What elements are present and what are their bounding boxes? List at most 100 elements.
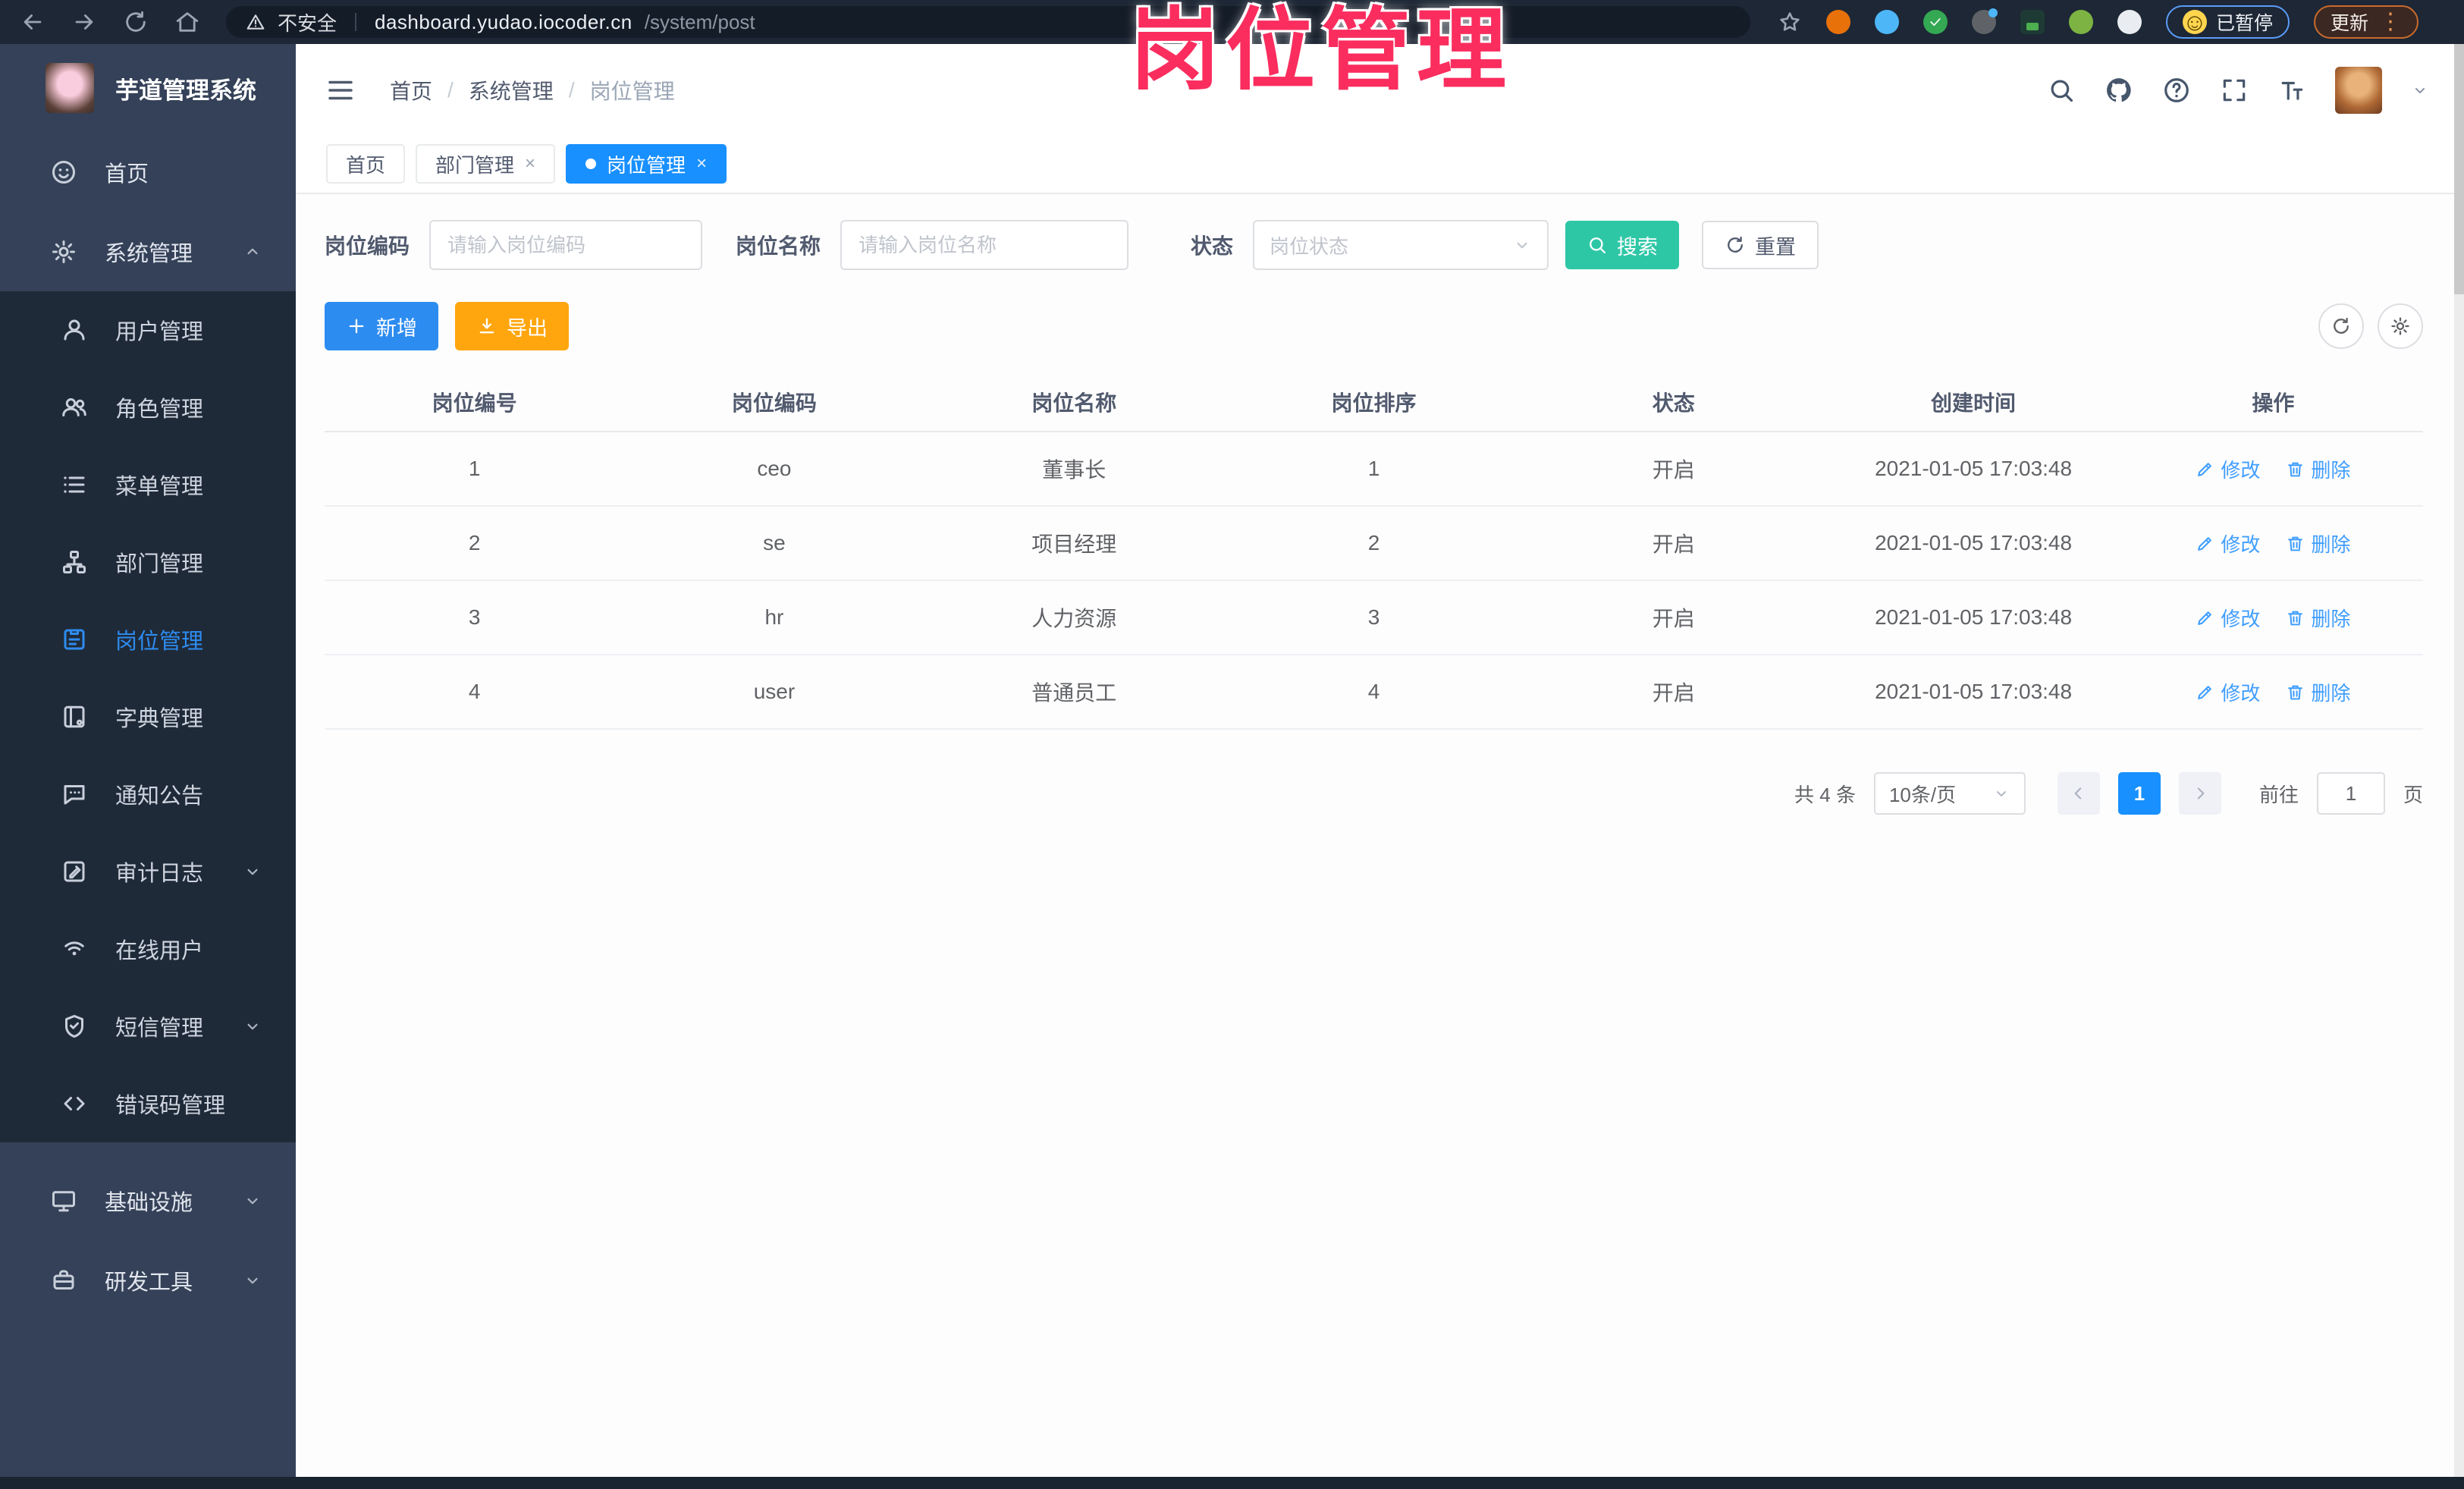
scrollbar[interactable] (2454, 44, 2464, 1478)
browser-forward-icon[interactable] (71, 9, 97, 35)
edit-link[interactable]: 修改 (2196, 529, 2260, 558)
cell-post-code: user (753, 680, 796, 703)
browser-home-icon[interactable] (174, 9, 200, 35)
book-icon (61, 703, 88, 730)
cell-created: 2021-01-05 17:03:48 (1875, 531, 2073, 554)
post-code-label: 岗位编码 (325, 234, 410, 258)
tab-home[interactable]: 首页 (326, 144, 406, 184)
edit-link[interactable]: 修改 (2196, 678, 2260, 706)
cell-post-name: 项目经理 (1031, 532, 1117, 556)
goto-page-input[interactable] (2316, 772, 2385, 815)
delete-link[interactable]: 删除 (2286, 529, 2350, 558)
fullscreen-icon[interactable] (2220, 76, 2249, 105)
sidebar-item-audit-log[interactable]: 审计日志 (0, 833, 296, 910)
page-size-select[interactable]: 10条/页 (1873, 772, 2026, 815)
search-icon[interactable] (2047, 76, 2076, 105)
font-size-icon[interactable] (2277, 76, 2306, 105)
tab-department-management[interactable]: 部门管理 × (416, 144, 556, 184)
sidebar-item-label: 短信管理 (115, 1016, 204, 1041)
page-number-button[interactable]: 1 (2117, 772, 2161, 815)
extension-leaf-icon[interactable] (2069, 10, 2093, 34)
breadcrumb-item-home[interactable]: 首页 (390, 75, 432, 105)
sidebar-item-dev-tools[interactable]: 研发工具 (0, 1240, 296, 1320)
main-area: 首页 / 系统管理 / 岗位管理 首页 部门管理 × 岗位管理 × 岗位编码 请… (296, 44, 2464, 1478)
browser-reload-icon[interactable] (123, 9, 149, 35)
cell-actions: 修改 删除 (2123, 678, 2423, 706)
tab-post-management[interactable]: 岗位管理 × (566, 144, 727, 184)
kebab-menu-icon[interactable]: ⋮ (2379, 11, 2402, 33)
not-secure-label[interactable]: 不安全 (278, 8, 337, 36)
sidebar-item-online-users[interactable]: 在线用户 (0, 910, 296, 988)
sidebar-item-menu-management[interactable]: 菜单管理 (0, 446, 296, 523)
cell-post-id: 4 (468, 680, 481, 703)
delete-link[interactable]: 删除 (2286, 455, 2350, 483)
table-row: 2 se 项目经理 2 开启 2021-01-05 17:03:48 修改 删除 (325, 507, 2423, 581)
extension-green-check-icon[interactable] (1923, 10, 1948, 34)
extension-gtm-icon[interactable] (2020, 10, 2045, 34)
reset-button-label: 重置 (1755, 235, 1797, 259)
sidebar-item-user-management[interactable]: 用户管理 (0, 291, 296, 369)
chevron-down-icon[interactable] (2411, 81, 2429, 99)
sidebar-item-label: 系统管理 (105, 241, 193, 266)
profile-paused-badge[interactable]: ☺ 已暂停 (2166, 5, 2290, 39)
reset-button[interactable]: 重置 (1702, 221, 1819, 269)
breadcrumb-item-system[interactable]: 系统管理 (469, 75, 554, 105)
extensions-puzzle-icon[interactable] (2117, 10, 2142, 34)
prev-page-button[interactable] (2057, 772, 2100, 815)
header-actions (2047, 67, 2429, 114)
app-logo-row[interactable]: 芋道管理系统 (0, 44, 296, 132)
scrollbar-thumb[interactable] (2454, 44, 2464, 294)
goto-label: 前往 (2258, 783, 2299, 806)
close-icon[interactable]: × (696, 153, 707, 174)
sidebar-item-sms-management[interactable]: 短信管理 (0, 988, 296, 1065)
sidebar-item-post-management[interactable]: 岗位管理 (0, 601, 296, 678)
sidebar-item-system-management[interactable]: 系统管理 (0, 212, 296, 291)
github-icon[interactable] (2105, 76, 2133, 105)
post-code-input[interactable] (429, 220, 703, 270)
extension-blue-pin-icon[interactable] (1875, 10, 1899, 34)
refresh-table-button[interactable] (2318, 303, 2364, 349)
page-content: 岗位编码 岗位名称 状态 岗位状态 搜索 重置 (296, 194, 2464, 1478)
column-settings-button[interactable] (2378, 303, 2423, 349)
col-post-id: 岗位编号 (432, 391, 517, 415)
post-name-input[interactable] (840, 220, 1129, 270)
next-page-button[interactable] (2178, 772, 2221, 815)
status-select[interactable]: 岗位状态 (1253, 220, 1549, 270)
extension-gray-icon[interactable] (1972, 8, 1998, 34)
col-created: 创建时间 (1931, 391, 2017, 415)
browser-update-button[interactable]: 更新 ⋮ (2314, 5, 2419, 39)
sidebar-item-department-management[interactable]: 部门管理 (0, 523, 296, 601)
user-avatar[interactable] (2335, 67, 2382, 114)
update-label: 更新 (2331, 13, 2369, 34)
browser-back-icon[interactable] (20, 9, 46, 35)
edit-label: 修改 (2221, 607, 2261, 630)
add-button-label: 新增 (376, 316, 417, 340)
sidebar-item-dict-management[interactable]: 字典管理 (0, 678, 296, 755)
cell-post-name: 董事长 (1042, 458, 1106, 482)
delete-link[interactable]: 删除 (2286, 604, 2350, 632)
export-button[interactable]: 导出 (455, 302, 569, 350)
sidebar-item-notice[interactable]: 通知公告 (0, 755, 296, 833)
sidebar-item-label: 基础设施 (105, 1190, 193, 1215)
extension-orange-icon[interactable] (1826, 10, 1850, 34)
close-icon[interactable]: × (525, 153, 535, 174)
add-button[interactable]: 新增 (325, 302, 438, 350)
sidebar-item-infrastructure[interactable]: 基础设施 (0, 1161, 296, 1240)
sidebar-collapse-icon[interactable] (325, 74, 356, 106)
sidebar-item-error-code-management[interactable]: 错误码管理 (0, 1065, 296, 1142)
help-icon[interactable] (2162, 76, 2191, 105)
sidebar-item-label: 部门管理 (115, 552, 204, 576)
search-button[interactable]: 搜索 (1565, 221, 1680, 269)
sidebar-item-role-management[interactable]: 角色管理 (0, 369, 296, 446)
address-bar[interactable]: 不安全 dashboard.yudao.iocoder.cn/system/po… (226, 6, 1750, 38)
pencil-icon (2196, 534, 2214, 553)
sidebar-item-home[interactable]: 首页 (0, 132, 296, 212)
bookmark-star-icon[interactable] (1778, 10, 1802, 34)
app-title: 芋道管理系统 (115, 77, 256, 104)
list-icon (61, 471, 88, 498)
download-icon (476, 316, 498, 337)
edit-link[interactable]: 修改 (2196, 455, 2260, 483)
edit-link[interactable]: 修改 (2196, 604, 2260, 632)
breadcrumb-item-post: 岗位管理 (589, 80, 675, 103)
delete-link[interactable]: 删除 (2286, 678, 2350, 706)
